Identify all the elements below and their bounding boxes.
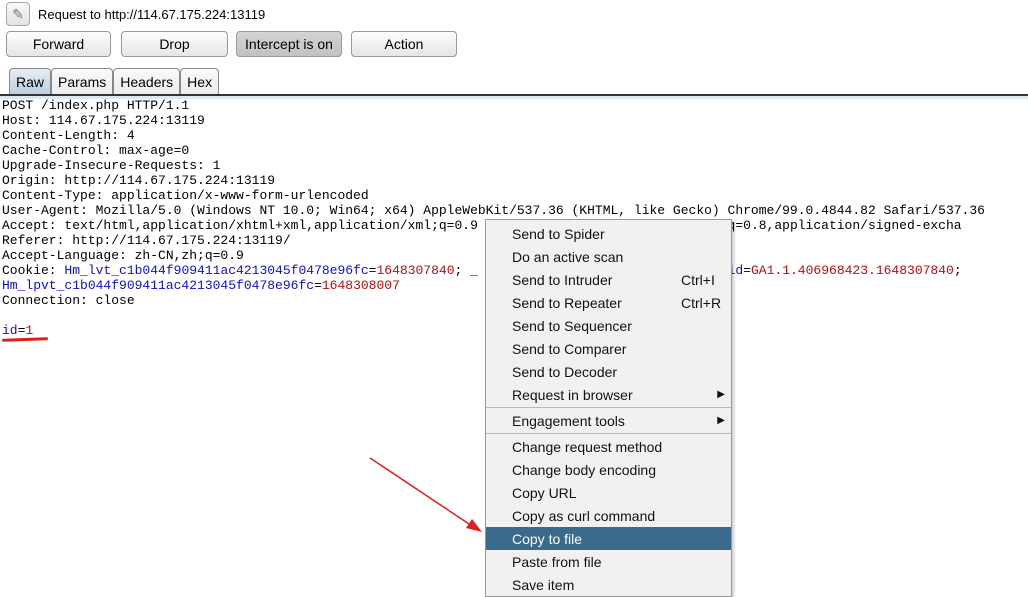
submenu-arrow-icon: ▶ xyxy=(717,389,725,400)
menu-item-label: Change body encoding xyxy=(512,461,657,478)
menu-item-shortcut: Ctrl+R xyxy=(681,294,722,311)
menu-item-copy-url[interactable]: Copy URL xyxy=(486,481,731,504)
menu-item-label: Paste from file xyxy=(512,553,602,570)
menu-item-label: Copy to file xyxy=(512,530,583,547)
menu-item-send-to-intruder[interactable]: Send to Intruder Ctrl+I xyxy=(486,268,731,291)
menu-item-label: Send to Decoder xyxy=(512,363,618,380)
menu-item-label: Request in browser xyxy=(512,386,633,403)
menu-item-engagement-tools[interactable]: Engagement tools ▶ xyxy=(486,409,731,432)
menu-item-label: Copy as curl command xyxy=(512,507,656,524)
context-menu: Send to Spider Do an active scan Send to I… xyxy=(485,219,732,597)
menu-separator xyxy=(486,433,731,434)
menu-item-label: Engagement tools xyxy=(512,412,625,429)
menu-item-send-to-repeater[interactable]: Send to Repeater Ctrl+R xyxy=(486,291,731,314)
menu-item-label: Send to Comparer xyxy=(512,340,627,357)
menu-item-label: Send to Spider xyxy=(512,225,605,242)
menu-item-label: Do an active scan xyxy=(512,248,624,265)
menu-item-save-item[interactable]: Save item xyxy=(486,573,731,596)
menu-item-change-request-method[interactable]: Change request method xyxy=(486,435,731,458)
menu-item-request-in-browser[interactable]: Request in browser ▶ xyxy=(486,383,731,406)
menu-item-send-to-decoder[interactable]: Send to Decoder xyxy=(486,360,731,383)
menu-item-label: Send to Sequencer xyxy=(512,317,632,334)
menu-item-send-to-sequencer[interactable]: Send to Sequencer xyxy=(486,314,731,337)
menu-item-label: Send to Intruder xyxy=(512,271,613,288)
menu-item-paste-from-file[interactable]: Paste from file xyxy=(486,550,731,573)
menu-item-change-body-encoding[interactable]: Change body encoding xyxy=(486,458,731,481)
menu-item-label: Copy URL xyxy=(512,484,577,501)
menu-item-send-to-comparer[interactable]: Send to Comparer xyxy=(486,337,731,360)
menu-item-label: Change request method xyxy=(512,438,663,455)
menu-item-send-to-spider[interactable]: Send to Spider xyxy=(486,222,731,245)
menu-item-label: Save item xyxy=(512,576,575,593)
menu-item-copy-as-curl-command[interactable]: Copy as curl command xyxy=(486,504,731,527)
menu-item-copy-to-file[interactable]: Copy to file xyxy=(486,527,731,550)
menu-item-shortcut: Ctrl+I xyxy=(681,271,715,288)
menu-item-label: Send to Repeater xyxy=(512,294,622,311)
submenu-arrow-icon: ▶ xyxy=(717,415,725,426)
menu-separator xyxy=(486,407,731,408)
menu-item-do-an-active-scan[interactable]: Do an active scan xyxy=(486,245,731,268)
